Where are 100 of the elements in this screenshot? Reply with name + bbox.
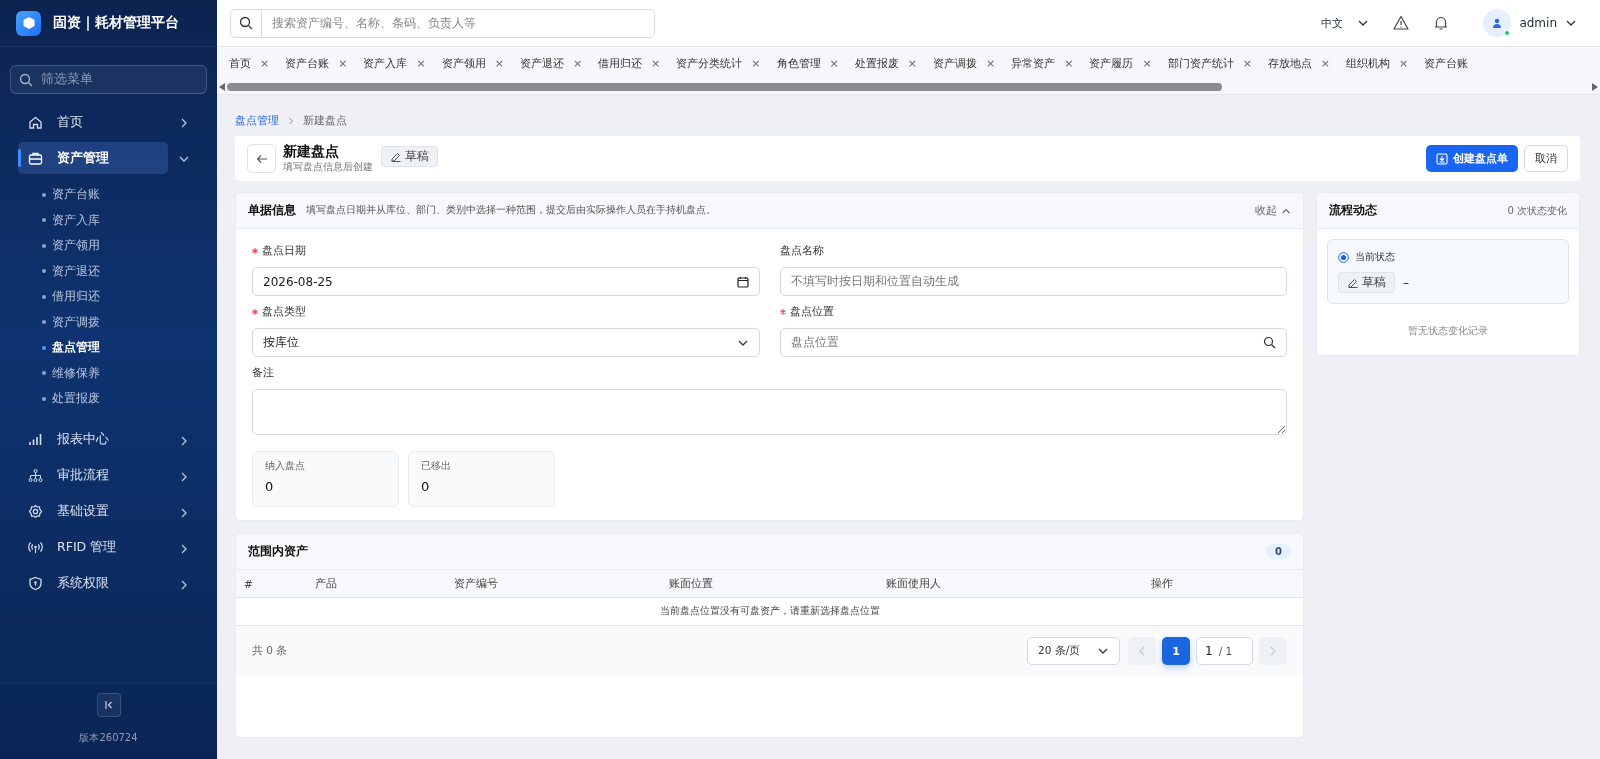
count-badge: 0: [1266, 544, 1291, 559]
page-size-select[interactable]: 20 条/页: [1027, 637, 1120, 665]
close-tab-button[interactable]: ×: [651, 57, 661, 70]
sidebar-item[interactable]: 资产管理: [18, 142, 168, 174]
user-menu[interactable]: admin: [1483, 9, 1577, 37]
page-title: 新建盘点: [283, 143, 340, 161]
breadcrumb-link[interactable]: 盘点管理: [235, 114, 279, 128]
status-tag: 草稿: [1338, 272, 1395, 293]
search-icon: [1263, 336, 1276, 349]
page-tab[interactable]: 部门资产统计 ×: [1159, 50, 1260, 77]
menu-filter-field[interactable]: 筛选菜单: [10, 65, 207, 94]
house-icon: [28, 114, 43, 130]
page-tab[interactable]: 异常资产 ×: [1003, 50, 1082, 77]
create-button[interactable]: 创建盘点单: [1426, 145, 1518, 172]
card-title: 范围内资产: [248, 543, 308, 560]
column-header: 产品: [314, 576, 338, 591]
close-tab-button[interactable]: ×: [829, 57, 839, 70]
scroll-left-icon[interactable]: [219, 83, 225, 91]
search-icon: [19, 72, 33, 87]
close-tab-button[interactable]: ×: [1242, 57, 1252, 70]
sidebar-item[interactable]: 报表中心: [18, 423, 168, 456]
bar-chart-icon: [28, 432, 43, 447]
page-tab[interactable]: 资产分类统计 ×: [668, 50, 769, 77]
search-field[interactable]: 盘点位置: [779, 328, 1287, 357]
submenu-item[interactable]: 盘点管理: [42, 335, 217, 361]
submenu-item[interactable]: 资产调拨: [42, 309, 217, 335]
page-tab[interactable]: 资产入库 ×: [355, 50, 434, 77]
chevron-right-icon: [287, 117, 295, 125]
submenu-item[interactable]: 资产退还: [42, 258, 217, 284]
warning-icon[interactable]: [1393, 15, 1410, 31]
page-tab[interactable]: 资产台账 ×: [277, 50, 356, 77]
page-tab[interactable]: 借用归还 ×: [590, 50, 669, 77]
close-tab-button[interactable]: ×: [416, 57, 426, 70]
timeline-dot-icon: [1338, 251, 1349, 263]
field-label: 盘点类型: [262, 305, 306, 319]
close-tab-button[interactable]: ×: [907, 57, 917, 70]
page-tab[interactable]: 处置报废 ×: [846, 50, 925, 77]
current-page-button[interactable]: 1: [1162, 637, 1190, 665]
page-tab[interactable]: 角色管理 ×: [768, 50, 847, 77]
page-jump-field[interactable]: 1 / 1: [1196, 637, 1253, 665]
page-tab[interactable]: 首页 ×: [221, 50, 278, 77]
page-tab[interactable]: 组织机构 ×: [1338, 50, 1417, 77]
submenu-item[interactable]: 资产入库: [42, 207, 217, 233]
scroll-right-icon[interactable]: [1592, 83, 1598, 91]
person-icon: [1492, 18, 1503, 28]
breadcrumb-current: 新建盘点: [303, 114, 347, 128]
sidebar-item[interactable]: 基础设置: [18, 495, 168, 528]
cancel-button[interactable]: 取消: [1524, 145, 1568, 172]
page-tab[interactable]: 资产领用 ×: [433, 50, 512, 77]
close-tab-button[interactable]: ×: [985, 57, 996, 70]
field-label: 盘点位置: [789, 305, 834, 319]
submenu-item[interactable]: 维修保养: [42, 360, 217, 386]
language-selector[interactable]: 中文: [1321, 15, 1370, 31]
page-tab[interactable]: 资产履历 ×: [1081, 50, 1160, 77]
edit-icon: [390, 151, 401, 162]
hexagon-icon: [21, 16, 36, 30]
chevron-right-icon: [1269, 646, 1277, 656]
submenu-item[interactable]: 资产台账: [42, 182, 217, 208]
submenu-item[interactable]: 借用归还: [42, 284, 217, 310]
close-tab-button[interactable]: ×: [1064, 57, 1074, 70]
card-title: 单据信息: [248, 202, 296, 219]
text-field[interactable]: 不填写时按日期和位置自动生成: [779, 267, 1287, 296]
close-tab-button[interactable]: ×: [751, 57, 761, 70]
scrollbar-thumb[interactable]: [227, 83, 1222, 91]
column-header: #: [243, 577, 254, 590]
close-tab-button[interactable]: ×: [494, 57, 504, 70]
collapse-button[interactable]: 收起: [1255, 203, 1291, 218]
submenu-item[interactable]: 资产领用: [42, 233, 217, 259]
sidebar-item[interactable]: 首页: [18, 106, 168, 138]
close-tab-button[interactable]: ×: [572, 57, 583, 70]
sidebar-item[interactable]: 审批流程: [18, 459, 168, 492]
version-label: 版本260724: [79, 731, 138, 745]
bell-icon[interactable]: [1433, 15, 1450, 31]
settings-icon: [28, 504, 43, 519]
close-tab-button[interactable]: ×: [338, 57, 348, 70]
global-search-field[interactable]: 搜索资产编号、名称、条码、负责人等: [230, 8, 655, 38]
page-tab[interactable]: 资产调拨 ×: [924, 50, 1004, 77]
date-field[interactable]: 2026-08-25: [252, 267, 760, 296]
sidebar-item[interactable]: RFID 管理: [18, 531, 168, 564]
field-label: 盘点名称: [779, 244, 824, 258]
collapse-sidebar-button[interactable]: [96, 693, 121, 717]
stat-value: 0: [265, 479, 275, 494]
close-tab-button[interactable]: ×: [1399, 57, 1409, 70]
card-hint: 填写盘点日期并从库位、部门、类别中选择一种范围，提交后由实际操作人员在手持机盘点。: [306, 204, 716, 217]
page-tab[interactable]: 资产退还 ×: [511, 50, 591, 77]
hierarchy-icon: [28, 468, 43, 483]
stat-label: 纳入盘点: [265, 460, 306, 473]
field-label: 盘点日期: [262, 244, 306, 258]
note-field[interactable]: [252, 389, 1287, 435]
dropdown-field[interactable]: 按库位: [252, 328, 760, 357]
card-title: 流程动态: [1329, 202, 1377, 219]
page-tab[interactable]: 资产台账: [1416, 50, 1477, 77]
close-tab-button[interactable]: ×: [260, 57, 270, 70]
sidebar-item[interactable]: 系统权限: [18, 567, 168, 600]
save-icon: [1436, 152, 1448, 165]
page-tab[interactable]: 存放地点 ×: [1259, 50, 1339, 77]
close-tab-button[interactable]: ×: [1142, 57, 1152, 70]
close-tab-button[interactable]: ×: [1320, 57, 1331, 70]
antenna-icon: [28, 540, 43, 555]
submenu-item[interactable]: 处置报废: [42, 386, 217, 412]
